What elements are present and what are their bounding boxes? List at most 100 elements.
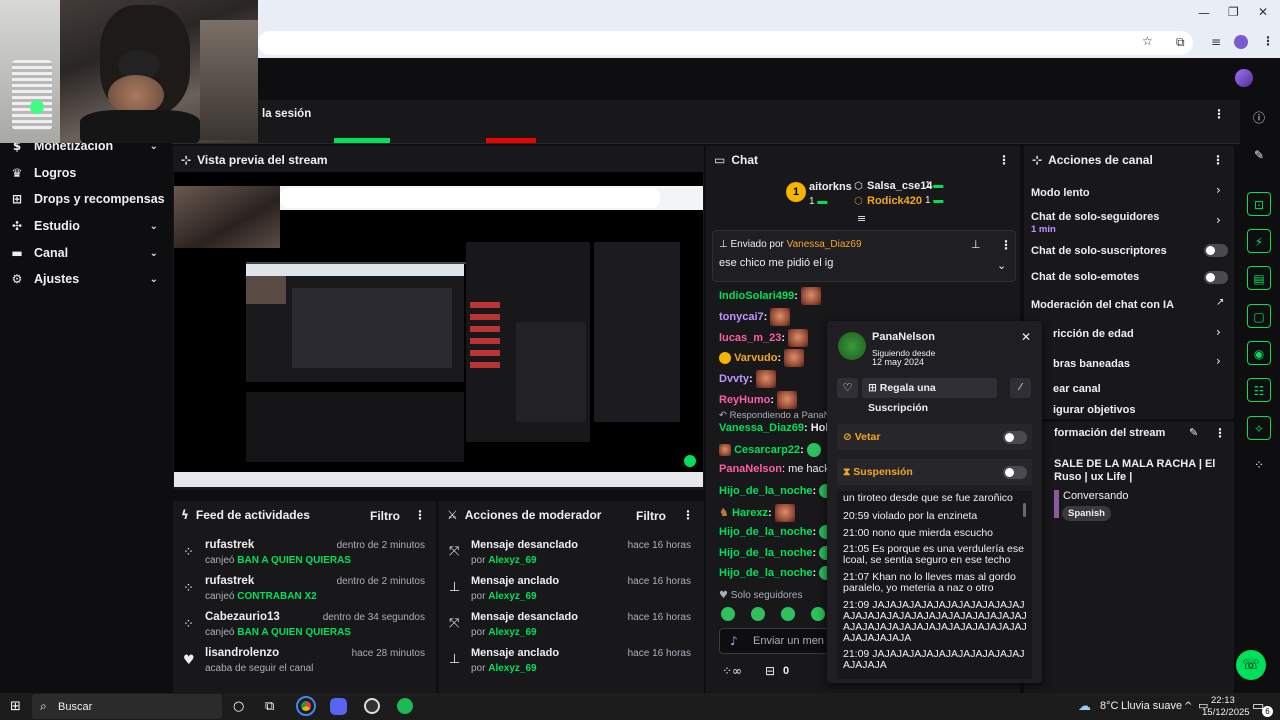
panel-menu-icon[interactable]: ⋮ [1212,153,1224,167]
emote-icon[interactable] [751,607,765,621]
chat-message[interactable]: Vanessa_Diaz69: Hola [719,422,835,434]
chevron-right-icon[interactable]: › [1216,325,1221,339]
filter-button[interactable]: Filtro [636,509,666,523]
chat-message[interactable]: tonycai7: [719,308,791,326]
list-item[interactable]: ⁘ rufastrek canjeó BAN A QUIEN QUIERAS d… [173,535,435,571]
chat-message[interactable]: IndioSolari499: [719,287,821,305]
table-row[interactable]: ⊥ Mensaje anclado por Alexyz_69 hace 16 … [439,643,701,679]
clock-time[interactable]: 22:13 [1211,695,1235,706]
gift-sub-button[interactable]: ⊞ Regala una Suscripción [862,378,997,414]
chat-message[interactable]: PanaNelson: me hackea [719,463,842,475]
raid-channel-item[interactable]: ear canal [1053,379,1253,399]
ban-row[interactable]: ⊘ Vetar [837,424,1032,450]
cortana-icon[interactable]: ○ [233,699,244,714]
timeout-row[interactable]: ⧗ Suspensión [837,459,1032,485]
emote-icon[interactable] [811,607,825,621]
clock-date[interactable]: 15/12/2025 [1202,707,1250,718]
chat-message[interactable]: Hijo_de_la_noche: [719,566,834,580]
spotify-app-icon[interactable] [397,698,413,714]
table-row[interactable]: ⤧ Mensaje desanclado por Alexyz_69 hace … [439,535,701,571]
table-row[interactable]: ⤧ Mensaje desanclado por Alexyz_69 hace … [439,607,701,643]
stats-menu-icon[interactable]: ⋮ [1213,107,1225,121]
chat-message[interactable]: Hijo_de_la_noche: [719,484,834,498]
profile-avatar[interactable] [1234,35,1248,49]
sidebar-item-studio[interactable]: ✣ Estudio ⌄ [0,213,172,239]
filter-button[interactable]: Filtro [370,509,400,523]
chevron-right-icon[interactable]: › [1216,213,1221,227]
list-item[interactable]: ⁘ Cabezaurio13 canjeó BAN A QUIEN QUIERA… [173,607,435,643]
help-chat-icon[interactable]: ☏ [1236,650,1266,680]
leader-name[interactable]: Salsa_cse14 [867,180,932,192]
restore-icon[interactable]: ❐ [1228,5,1239,19]
leader-name[interactable]: Rodick420 [867,195,922,207]
viewer-name[interactable]: PanaNelson [872,331,935,343]
chat-message[interactable]: Hijo_de_la_noche: [719,525,834,539]
obs-app-icon[interactable] [364,698,380,714]
sidebar-item-drops[interactable]: ⊞ Drops y recompensas [0,186,172,212]
add-widget-icon[interactable]: ⁘ [1247,453,1271,477]
mod-wand-icon[interactable]: ⁄ [1010,378,1031,398]
tray-chevron-icon[interactable]: ^ [1184,701,1192,712]
extensions-icon[interactable]: ⧉ [1176,35,1185,50]
windows-start-icon[interactable]: ⊞ [10,699,21,714]
external-link-icon[interactable]: ↗ [1216,297,1224,308]
chevron-right-icon[interactable]: › [1216,354,1221,368]
goals-item[interactable]: igurar objetivos [1053,404,1253,418]
pinned-message[interactable]: ⊥ Enviado por Vanessa_Diaz69 ese chico m… [712,230,1016,282]
taskbar-search[interactable]: ⌕ Buscar [32,694,222,719]
followers-only-item[interactable]: Chat de solo-seguidores [1031,207,1231,227]
pin-icon[interactable]: ⊥ [971,238,981,251]
chrome-app-icon[interactable] [296,696,316,716]
chat-message[interactable]: Varvudo: [719,349,805,367]
channel-points-icon[interactable]: ⁘∞ [722,664,742,678]
table-row[interactable]: ⊥ Mensaje anclado por Alexyz_69 hace 16 … [439,571,701,607]
scrollbar[interactable] [1023,503,1026,517]
address-bar[interactable]: ☆ [258,31,1193,55]
ai-moderation-item[interactable]: Moderación del chat con IA [1031,295,1231,315]
close-window-icon[interactable]: ✕ [1258,5,1268,19]
chat-message[interactable]: lucas_m_23: [719,329,809,347]
slow-mode-item[interactable]: Modo lento [1031,183,1231,203]
sidebar-item-achievements[interactable]: ♛ Logros [0,160,172,186]
ban-toggle[interactable] [1003,431,1027,444]
chat-input[interactable]: ♪ Enviar un men [719,628,829,654]
notes-icon[interactable]: ▤ [1247,266,1271,290]
user-avatar[interactable] [1235,69,1253,87]
chevron-down-icon[interactable]: ⌄ [997,259,1006,272]
timeout-toggle[interactable] [1003,466,1027,479]
subs-only-toggle[interactable] [1204,244,1228,257]
weather-desc[interactable]: Lluvia suave [1121,700,1182,712]
panel-menu-icon[interactable]: ⋮ [998,153,1010,167]
emote-icon[interactable] [781,607,795,621]
chat-message[interactable]: Cesarcarp22: [719,443,821,457]
media-icon[interactable]: ≡ [1211,35,1221,49]
emotes-only-toggle[interactable] [1204,271,1228,284]
chat-message[interactable]: ReyHumo: [719,391,798,409]
chat-message[interactable]: Hijo_de_la_noche: [719,546,834,560]
panel-menu-icon[interactable]: ⋮ [1214,426,1226,440]
bolt-icon[interactable]: ⚡ [1247,229,1271,253]
edit-icon[interactable]: ✎ [1247,143,1271,167]
chat-message[interactable]: Dvvty: [719,370,776,388]
stream-category[interactable]: Conversando [1063,490,1128,502]
task-view-icon[interactable]: ⧉ [265,699,274,714]
avatar[interactable] [838,332,866,360]
bits-icon[interactable]: ⊟ [765,664,775,678]
subs-only-item[interactable]: Chat de solo-suscriptores [1031,241,1231,261]
stream-preview-video[interactable] [174,172,703,487]
emote-icon[interactable] [721,607,735,621]
pinned-menu-icon[interactable]: ⋮ [1000,238,1012,252]
follow-button[interactable]: ♡ [837,378,858,398]
sidebar-item-settings[interactable]: ⚙ Ajustes ⌄ [0,266,172,292]
mic-icon[interactable]: ♪ [730,634,738,648]
list-item[interactable]: ⁘ rufastrek canjeó CONTRABAN X2 dentro d… [173,571,435,607]
panel-menu-icon[interactable]: ⋮ [414,508,426,522]
clip-icon[interactable]: ⊡ [1247,192,1271,216]
browser-menu-icon[interactable]: ⋮ [1262,34,1274,48]
edit-icon[interactable]: ✎ [1189,426,1198,439]
list-item[interactable]: ♥ lisandrolenzo acaba de seguir el canal… [173,643,435,679]
emotes-only-item[interactable]: Chat de solo-emotes [1031,267,1231,287]
banned-words-item[interactable]: bras baneadas [1053,354,1253,374]
minimize-icon[interactable]: — [1198,6,1210,20]
tools-icon[interactable]: ✧ [1247,416,1271,440]
